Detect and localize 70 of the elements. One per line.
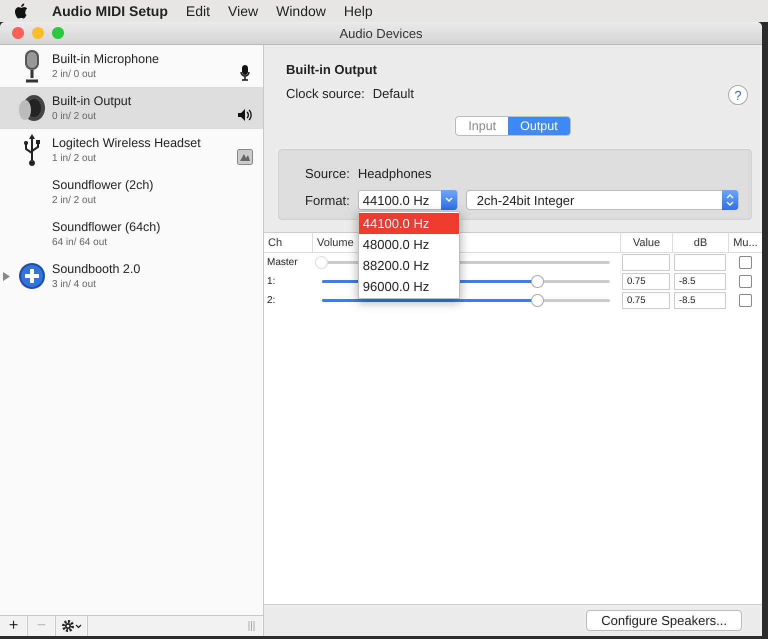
channel-label: 1: [266, 276, 276, 287]
up-down-chevron-icon [726, 194, 734, 206]
device-channels: 0 in/ 2 out [52, 111, 97, 122]
microphone-icon [240, 65, 250, 81]
chevron-down-icon [444, 197, 453, 203]
column-header[interactable]: Ch [268, 236, 282, 248]
channel-label: Master [266, 257, 299, 268]
help-button[interactable]: ? [728, 85, 748, 105]
zoom-button[interactable] [52, 27, 64, 39]
app-menu[interactable]: Audio MIDI Setup [52, 3, 168, 19]
db-field[interactable]: -8.5 [674, 273, 726, 290]
device-channels: 2 in/ 0 out [52, 69, 97, 80]
device-item[interactable]: Soundflower (2ch) 2 in/ 2 out [0, 171, 263, 213]
speaker-icon [238, 109, 252, 121]
db-field[interactable] [674, 254, 726, 271]
column-header[interactable]: dB [694, 236, 708, 248]
apple-logo-icon[interactable] [14, 3, 28, 19]
disclosure-triangle-icon[interactable] [2, 272, 10, 280]
device-channels: 3 in/ 4 out [52, 279, 97, 290]
plus-circle-icon [18, 262, 46, 290]
menu-option[interactable]: 44100.0 Hz [358, 213, 459, 234]
menu-item[interactable]: Window [276, 3, 326, 19]
device-name: Soundflower (64ch) [52, 220, 162, 234]
clock-source-label: Clock source: [286, 86, 365, 101]
device-name: Soundbooth 2.0 [52, 262, 142, 276]
device-name: Logitech Wireless Headset [52, 136, 202, 150]
menu-item[interactable]: View [228, 3, 258, 19]
device-item[interactable]: Soundflower (64ch) 64 in/ 64 out [0, 213, 263, 255]
device-item[interactable]: Logitech Wireless Headset 1 in/ 2 out [0, 129, 263, 171]
window-title: Audio Devices [339, 26, 423, 40]
channel-label: 2: [266, 295, 276, 306]
close-button[interactable] [12, 27, 24, 39]
menu-item[interactable]: Help [344, 3, 373, 19]
menu-option[interactable]: 88200.0 Hz [358, 255, 459, 276]
format-label: Format: [305, 192, 350, 208]
device-item[interactable]: Soundbooth 2.0 3 in/ 4 out [0, 255, 263, 297]
device-name: Soundflower (2ch) [52, 178, 154, 192]
usb-icon [23, 134, 41, 166]
device-channels: 64 in/ 64 out [52, 237, 108, 248]
source-label: Source: [305, 166, 350, 181]
device-channels: 1 in/ 2 out [52, 153, 97, 164]
device-name: Built-in Output [52, 94, 132, 108]
db-field[interactable]: -8.5 [674, 292, 726, 309]
mute-checkbox[interactable] [738, 275, 752, 288]
tab[interactable]: Input [456, 117, 508, 135]
device-name: Built-in Microphone [52, 52, 160, 66]
device-channels: 2 in/ 2 out [52, 195, 97, 206]
column-header[interactable]: Volume [317, 236, 354, 248]
value-field[interactable]: 0.75 [622, 292, 670, 309]
device-item[interactable]: Built-in Output 0 in/ 2 out [0, 87, 263, 129]
sample-rate-dropdown[interactable]: 44100.0 Hz [358, 190, 458, 210]
column-header[interactable]: Value [632, 236, 660, 248]
resize-grip-icon[interactable] [248, 621, 255, 631]
app-icon [237, 149, 253, 165]
source-value: Headphones [358, 166, 432, 181]
device-title: Built-in Output [286, 62, 378, 77]
clock-source-value: Default [372, 86, 414, 101]
mute-checkbox[interactable] [738, 294, 752, 307]
column-header[interactable]: Mu... [733, 236, 758, 248]
device-item[interactable]: Built-in Microphone 2 in/ 0 out [0, 45, 263, 87]
gear-icon [60, 619, 82, 633]
menu-item[interactable]: Edit [186, 3, 210, 19]
add-button[interactable]: + [0, 616, 28, 636]
value-field[interactable] [622, 254, 670, 271]
speaker-icon [17, 93, 47, 123]
configure-speakers-button[interactable]: Configure Speakers... [586, 610, 742, 631]
menu-option[interactable]: 48000.0 Hz [358, 234, 459, 255]
sample-format-dropdown[interactable]: 2ch-24bit Integer [466, 190, 739, 210]
value-field[interactable]: 0.75 [622, 273, 670, 290]
menu-option[interactable]: 96000.0 Hz [358, 276, 459, 297]
